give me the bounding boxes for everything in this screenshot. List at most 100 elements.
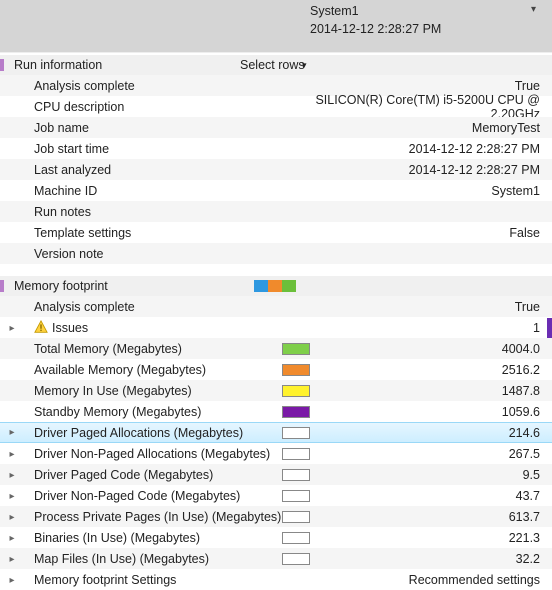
row-label-text: Memory In Use (Megabytes) bbox=[34, 384, 192, 398]
section-title: Run information bbox=[10, 58, 102, 72]
color-swatch bbox=[282, 343, 310, 355]
row-label: Version note bbox=[24, 247, 310, 261]
expander-icon[interactable]: ▸ bbox=[0, 554, 24, 565]
table-row[interactable]: ▸Last analyzed2014-12-12 2:28:27 PM bbox=[0, 159, 552, 180]
row-label-text: Process Private Pages (In Use) (Megabyte… bbox=[34, 510, 281, 524]
section-marker-icon bbox=[0, 280, 4, 292]
table-row[interactable]: ▸Analysis completeTrue bbox=[0, 296, 552, 317]
run-info-table: ▸Analysis completeTrue▸CPU descriptionSI… bbox=[0, 75, 552, 264]
row-label: CPU description bbox=[24, 100, 310, 114]
color-swatch bbox=[282, 364, 310, 376]
row-label: Map Files (In Use) (Megabytes) bbox=[24, 552, 310, 566]
row-value: MemoryTest bbox=[310, 121, 552, 135]
table-row[interactable]: ▸Version note bbox=[0, 243, 552, 264]
row-value: 267.5 bbox=[310, 447, 552, 461]
row-label: Process Private Pages (In Use) (Megabyte… bbox=[24, 510, 310, 524]
table-row[interactable]: ▸Driver Non-Paged Code (Megabytes)43.7 bbox=[0, 485, 552, 506]
table-row[interactable]: ▸ Binaries (In Use) (Megabytes) 221.3 bbox=[0, 527, 552, 548]
table-row[interactable]: ▸CPU descriptionSILICON(R) Core(TM) i5-5… bbox=[0, 96, 552, 117]
row-value: True bbox=[310, 79, 552, 93]
row-label-text: Last analyzed bbox=[34, 163, 111, 177]
table-row[interactable]: ▸Total Memory (Megabytes)4004.0 bbox=[0, 338, 552, 359]
table-row[interactable]: ▸Issues1 bbox=[0, 317, 552, 338]
row-label: Last analyzed bbox=[24, 163, 310, 177]
spacer bbox=[0, 264, 552, 274]
chevron-down-icon[interactable]: ▾ bbox=[531, 4, 536, 15]
expander-icon[interactable]: ▸ bbox=[0, 491, 24, 502]
row-value: True bbox=[310, 300, 552, 314]
color-swatch bbox=[282, 532, 310, 544]
row-label: Memory footprint Settings bbox=[24, 573, 310, 587]
table-row[interactable]: ▸Driver Non-Paged Allocations (Megabytes… bbox=[0, 443, 552, 464]
row-label: Run notes bbox=[24, 205, 310, 219]
expander-icon[interactable]: ▸ bbox=[0, 427, 24, 438]
color-swatch bbox=[282, 553, 310, 565]
row-label-text: Analysis complete bbox=[34, 79, 135, 93]
expander-icon[interactable]: ▸ bbox=[0, 575, 24, 586]
table-row[interactable]: ▸Driver Paged Code (Megabytes)9.5 bbox=[0, 464, 552, 485]
row-value: System1 bbox=[310, 184, 552, 198]
table-row[interactable]: ▸ Process Private Pages (In Use) (Megabyt… bbox=[0, 506, 552, 527]
row-value: 1487.8 bbox=[310, 384, 552, 398]
row-label-text: Analysis complete bbox=[34, 300, 135, 314]
swatch-b bbox=[268, 280, 282, 292]
row-label: Driver Paged Allocations (Megabytes) bbox=[24, 426, 310, 440]
row-value: 2014-12-12 2:28:27 PM bbox=[310, 142, 552, 156]
expander-icon[interactable]: ▸ bbox=[0, 470, 24, 481]
row-label: Job name bbox=[24, 121, 310, 135]
row-label-text: Binaries (In Use) (Megabytes) bbox=[34, 531, 200, 545]
row-label: Available Memory (Megabytes) bbox=[24, 363, 310, 377]
chevron-down-icon[interactable]: ▾ bbox=[302, 60, 307, 71]
row-label-text: Job name bbox=[34, 121, 89, 135]
expander-icon[interactable]: ▸ bbox=[0, 512, 24, 523]
section-memory-footprint[interactable]: Memory footprint bbox=[0, 274, 552, 296]
row-label: Issues bbox=[24, 320, 310, 337]
row-value: 2014-12-12 2:28:27 PM bbox=[310, 163, 552, 177]
memory-footprint-table: ▸Analysis completeTrue▸Issues1▸Total Mem… bbox=[0, 296, 552, 590]
table-row[interactable]: ▸Run notes bbox=[0, 201, 552, 222]
column-header[interactable]: System1 2014-12-12 2:28:27 PM ▾ bbox=[0, 0, 552, 53]
row-value: 613.7 bbox=[310, 510, 552, 524]
row-label-text: Available Memory (Megabytes) bbox=[34, 363, 206, 377]
table-row[interactable]: ▸Machine IDSystem1 bbox=[0, 180, 552, 201]
row-value: 1059.6 bbox=[310, 405, 552, 419]
table-row[interactable]: ▸Map Files (In Use) (Megabytes)32.2 bbox=[0, 548, 552, 569]
table-row[interactable]: ▸Job start time2014-12-12 2:28:27 PM bbox=[0, 138, 552, 159]
row-label-text: Standby Memory (Megabytes) bbox=[34, 405, 201, 419]
row-label: Driver Non-Paged Code (Megabytes) bbox=[24, 489, 310, 503]
expander-icon[interactable]: ▸ bbox=[0, 449, 24, 460]
row-label: Standby Memory (Megabytes) bbox=[24, 405, 310, 419]
expander-icon[interactable]: ▸ bbox=[0, 323, 24, 334]
table-row[interactable]: ▸Job nameMemoryTest bbox=[0, 117, 552, 138]
table-row[interactable]: ▸Memory footprint SettingsRecommended se… bbox=[0, 569, 552, 590]
color-swatch bbox=[282, 385, 310, 397]
row-label-text: Template settings bbox=[34, 226, 131, 240]
select-rows-button[interactable]: Select rows bbox=[240, 58, 305, 72]
table-row[interactable]: ▸Memory In Use (Megabytes)1487.8 bbox=[0, 380, 552, 401]
row-label: Driver Non-Paged Allocations (Megabytes) bbox=[24, 447, 310, 461]
row-label: Driver Paged Code (Megabytes) bbox=[24, 468, 310, 482]
color-swatch bbox=[282, 427, 310, 439]
row-value: 1 bbox=[310, 321, 552, 335]
issue-stripe bbox=[547, 318, 552, 339]
swatch-c bbox=[282, 280, 296, 292]
section-marker-icon bbox=[0, 59, 4, 71]
row-label-text: CPU description bbox=[34, 100, 124, 114]
table-row[interactable]: ▸Standby Memory (Megabytes)1059.6 bbox=[0, 401, 552, 422]
table-row[interactable]: ▸Driver Paged Allocations (Megabytes)214… bbox=[0, 422, 552, 443]
color-swatch bbox=[282, 469, 310, 481]
table-row[interactable]: ▸Template settingsFalse bbox=[0, 222, 552, 243]
swatch-a bbox=[254, 280, 268, 292]
row-label: Job start time bbox=[24, 142, 310, 156]
row-value: 221.3 bbox=[310, 531, 552, 545]
section-run-information[interactable]: Run information Select rows ▾ bbox=[0, 53, 552, 75]
warning-icon bbox=[34, 320, 48, 337]
row-label: Memory In Use (Megabytes) bbox=[24, 384, 310, 398]
section-title: Memory footprint bbox=[10, 279, 108, 293]
row-label-text: Driver Paged Allocations (Megabytes) bbox=[34, 426, 243, 440]
expander-icon[interactable]: ▸ bbox=[0, 533, 24, 544]
row-value: 9.5 bbox=[310, 468, 552, 482]
color-swatch bbox=[282, 511, 310, 523]
table-row[interactable]: ▸Available Memory (Megabytes)2516.2 bbox=[0, 359, 552, 380]
row-label: Machine ID bbox=[24, 184, 310, 198]
